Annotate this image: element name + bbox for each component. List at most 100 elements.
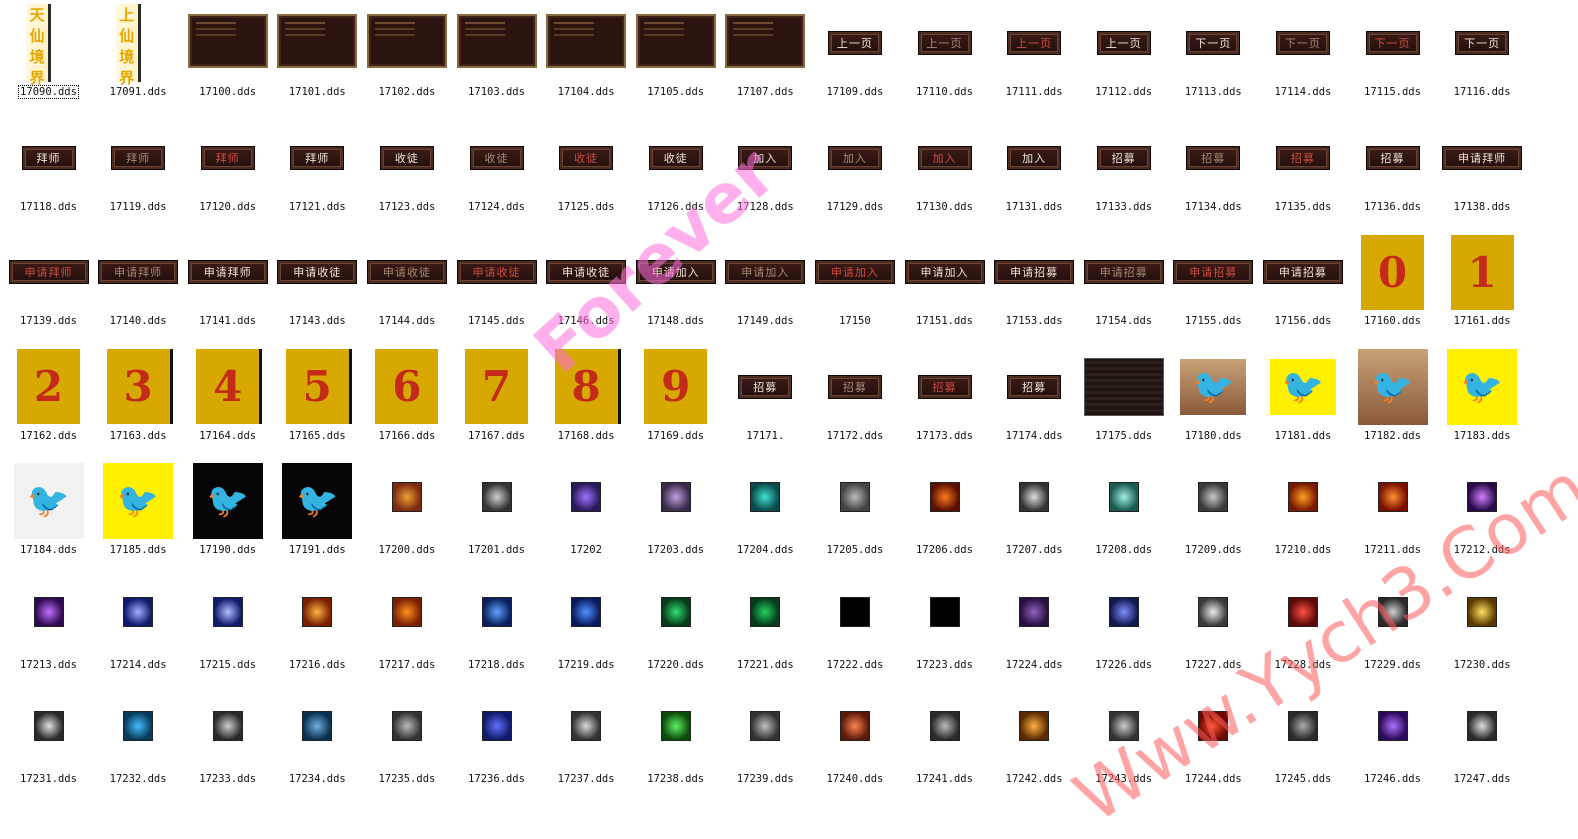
file-item[interactable]: 申请加入 17148.dds [631,231,720,345]
file-item[interactable]: 7 17167.dds [452,346,541,460]
file-item[interactable]: 17210.dds [1258,460,1347,574]
file-item[interactable]: 申请收徒 17146.dds [542,231,631,345]
file-item[interactable]: 8 17168.dds [542,346,631,460]
file-item[interactable]: 17105.dds [631,2,720,116]
file-item[interactable]: 申请招募 17156.dds [1258,231,1347,345]
file-item[interactable]: 申请拜师 17141.dds [183,231,272,345]
file-item[interactable]: 🐦 17184.dds [4,460,93,574]
file-item[interactable]: 招募 17133.dds [1079,117,1168,231]
file-item[interactable]: 17206.dds [900,460,989,574]
file-item[interactable]: 申请收徒 17143.dds [273,231,362,345]
file-item[interactable]: 17245.dds [1258,689,1347,803]
file-item[interactable]: 17229.dds [1348,575,1437,689]
file-item[interactable]: 17233.dds [183,689,272,803]
file-item[interactable]: 17231.dds [4,689,93,803]
file-item[interactable]: 申请收徒 17144.dds [362,231,451,345]
file-item[interactable]: 17247.dds [1438,689,1527,803]
file-item[interactable]: 4 17164.dds [183,346,272,460]
file-item[interactable]: 3 17163.dds [94,346,183,460]
file-item[interactable]: 17100.dds [183,2,272,116]
file-item[interactable]: 🐦 17185.dds [94,460,183,574]
file-item[interactable]: 🐦 17183.dds [1438,346,1527,460]
file-item[interactable]: 拜师 17121.dds [273,117,362,231]
file-item[interactable]: 1 17161.dds [1438,231,1527,345]
file-item[interactable]: 申请加入 17150 [810,231,899,345]
file-item[interactable]: 6 17166.dds [362,346,451,460]
file-item[interactable]: 🐦 17191.dds [273,460,362,574]
file-item[interactable]: 17218.dds [452,575,541,689]
file-item[interactable]: 招募 17136.dds [1348,117,1437,231]
file-item[interactable]: 🐦 17182.dds [1348,346,1437,460]
file-item[interactable]: 17219.dds [542,575,631,689]
file-item[interactable]: 收徒 17124.dds [452,117,541,231]
file-item[interactable]: 招募 17135.dds [1258,117,1347,231]
file-item[interactable]: 🐦 17180.dds [1169,346,1258,460]
file-item[interactable]: 17212.dds [1438,460,1527,574]
file-item[interactable]: 下一页 17113.dds [1169,2,1258,116]
file-item[interactable]: 17246.dds [1348,689,1437,803]
file-item[interactable]: 17215.dds [183,575,272,689]
file-item[interactable]: 天仙境界 17090.dds [4,2,93,116]
file-item[interactable]: 加入 17128.dds [721,117,810,231]
file-item[interactable]: 加入 17129.dds [810,117,899,231]
file-item[interactable]: 拜师 17118.dds [4,117,93,231]
file-item[interactable]: 招募 17172.dds [810,346,899,460]
file-item[interactable]: 17242.dds [990,689,1079,803]
file-item[interactable]: 17200.dds [362,460,451,574]
file-item[interactable]: 17228.dds [1258,575,1347,689]
file-item[interactable]: 拜师 17119.dds [94,117,183,231]
file-item[interactable]: 申请收徒 17145.dds [452,231,541,345]
file-item[interactable]: 上仙境界 17091.dds [94,2,183,116]
file-item[interactable]: 加入 17130.dds [900,117,989,231]
file-item[interactable]: 🐦 17181.dds [1258,346,1347,460]
file-item[interactable]: 17234.dds [273,689,362,803]
file-item[interactable]: 17227.dds [1169,575,1258,689]
file-item[interactable]: 17241.dds [900,689,989,803]
file-item[interactable]: 17205.dds [810,460,899,574]
file-item[interactable]: 17213.dds [4,575,93,689]
file-item[interactable]: 17236.dds [452,689,541,803]
file-item[interactable]: 17243.dds [1079,689,1168,803]
file-item[interactable]: 0 17160.dds [1348,231,1437,345]
file-item[interactable]: 17101.dds [273,2,362,116]
file-item[interactable]: 招募 17134.dds [1169,117,1258,231]
file-item[interactable]: 申请拜师 17138.dds [1438,117,1527,231]
file-item[interactable]: 17239.dds [721,689,810,803]
file-item[interactable]: 17223.dds [900,575,989,689]
file-item[interactable]: 17204.dds [721,460,810,574]
file-item[interactable]: 招募 17174.dds [990,346,1079,460]
file-item[interactable]: 上一页 17111.dds [990,2,1079,116]
file-item[interactable]: 上一页 17110.dds [900,2,989,116]
file-item[interactable]: 17240.dds [810,689,899,803]
file-item[interactable]: 申请加入 17149.dds [721,231,810,345]
file-item[interactable]: 17175.dds [1079,346,1168,460]
file-item[interactable]: 招募 17171. [721,346,810,460]
file-item[interactable]: 17220.dds [631,575,720,689]
file-item[interactable]: 5 17165.dds [273,346,362,460]
file-item[interactable]: 9 17169.dds [631,346,720,460]
file-item[interactable]: 上一页 17109.dds [810,2,899,116]
file-item[interactable]: 17104.dds [542,2,631,116]
file-item[interactable]: 收徒 17125.dds [542,117,631,231]
file-item[interactable]: 申请加入 17151.dds [900,231,989,345]
file-item[interactable]: 17201.dds [452,460,541,574]
file-item[interactable]: 17224.dds [990,575,1079,689]
file-item[interactable]: 招募 17173.dds [900,346,989,460]
file-item[interactable]: 17221.dds [721,575,810,689]
file-item[interactable]: 申请招募 17154.dds [1079,231,1168,345]
file-item[interactable]: 17238.dds [631,689,720,803]
file-item[interactable]: 下一页 17116.dds [1438,2,1527,116]
file-item[interactable]: 17232.dds [94,689,183,803]
file-item[interactable]: 17209.dds [1169,460,1258,574]
file-item[interactable]: 申请招募 17153.dds [990,231,1079,345]
file-item[interactable]: 17244.dds [1169,689,1258,803]
file-item[interactable]: 17237.dds [542,689,631,803]
file-item[interactable]: 17208.dds [1079,460,1168,574]
file-item[interactable]: 收徒 17123.dds [362,117,451,231]
file-item[interactable]: 17207.dds [990,460,1079,574]
file-item[interactable]: 17102.dds [362,2,451,116]
file-item[interactable]: 17222.dds [810,575,899,689]
file-item[interactable]: 17203.dds [631,460,720,574]
file-item[interactable]: 17226.dds [1079,575,1168,689]
file-item[interactable]: 申请拜师 17139.dds [4,231,93,345]
